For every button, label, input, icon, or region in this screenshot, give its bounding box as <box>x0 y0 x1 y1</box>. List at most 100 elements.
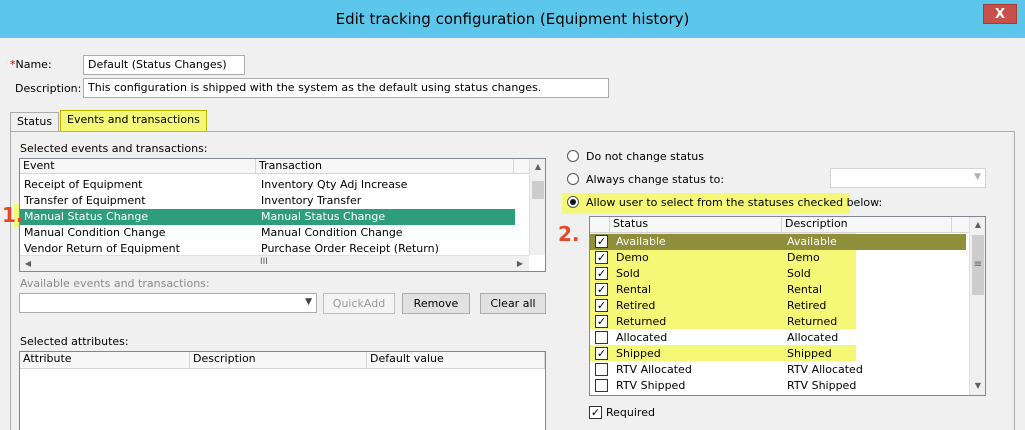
column-header-event[interactable]: Event <box>20 159 256 174</box>
tab-status[interactable]: Status <box>10 112 60 132</box>
status-row[interactable]: RTV Shipped RTV Shipped <box>590 378 970 394</box>
clear-all-button[interactable]: Clear all <box>480 293 546 314</box>
status-cell: Demo <box>616 251 649 264</box>
status-checkbox[interactable] <box>595 363 608 376</box>
always-change-dropdown[interactable]: ▼ <box>830 168 986 188</box>
scroll-down-icon[interactable]: ▼ <box>970 378 985 394</box>
description-input[interactable]: This configuration is shipped with the s… <box>83 78 609 98</box>
scroll-up-icon[interactable]: ▲ <box>970 217 985 233</box>
status-checkbox[interactable]: ✓ <box>595 267 608 280</box>
chevron-down-icon: ▼ <box>305 297 312 307</box>
description-cell: Shipped <box>787 347 832 360</box>
selected-events-label: Selected events and transactions: <box>20 142 208 155</box>
column-header-description[interactable]: Description <box>190 352 367 369</box>
scroll-left-icon[interactable]: ◀ <box>20 256 36 271</box>
status-row[interactable]: ✓ Retired Retired <box>590 298 970 314</box>
transaction-cell: Inventory Transfer <box>261 194 362 207</box>
name-input[interactable]: Default (Status Changes) <box>83 55 245 75</box>
status-cell: Returned <box>616 315 667 328</box>
attributes-grid[interactable]: Attribute Description Default value <box>19 351 546 430</box>
events-grid[interactable]: Event Transaction Receipt of Equipment I… <box>19 158 546 272</box>
annotation-marker-1: 1. <box>2 203 24 227</box>
required-checkbox[interactable]: ✓ <box>589 406 602 419</box>
table-row-selected[interactable]: Manual Status Change Manual Status Chang… <box>20 209 515 225</box>
available-events-label: Available events and transactions: <box>20 277 210 290</box>
quickadd-button[interactable]: QuickAdd <box>323 293 395 314</box>
available-events-dropdown[interactable]: ▼ <box>19 293 317 313</box>
scroll-up-icon[interactable]: ▲ <box>530 159 545 175</box>
table-row[interactable]: Transfer of Equipment Inventory Transfer <box>20 193 530 209</box>
scroll-thumb[interactable]: ≡ <box>972 235 984 295</box>
selected-attributes-label: Selected attributes: <box>20 335 129 348</box>
scroll-right-icon[interactable]: ▶ <box>512 256 528 271</box>
status-row[interactable]: ✓ Rental Rental <box>590 282 970 298</box>
event-cell: Manual Condition Change <box>24 226 166 239</box>
status-row-selected[interactable]: ✓ Available Available <box>590 234 966 250</box>
remove-button[interactable]: Remove <box>402 293 470 314</box>
column-header-description[interactable]: Description <box>782 217 952 233</box>
event-cell: Receipt of Equipment <box>24 178 143 191</box>
allow-select-label: Allow user to select from the statuses c… <box>586 196 883 209</box>
event-cell: Manual Status Change <box>24 210 149 223</box>
transaction-cell: Manual Condition Change <box>261 226 403 239</box>
status-checkbox[interactable]: ✓ <box>595 283 608 296</box>
description-cell: Available <box>787 235 837 248</box>
column-header-transaction[interactable]: Transaction <box>256 159 514 174</box>
status-checkbox[interactable] <box>595 379 608 392</box>
scroll-grip-icon[interactable]: III <box>260 257 268 267</box>
status-row[interactable]: ✓ Returned Returned <box>590 314 970 330</box>
transaction-cell: Manual Status Change <box>261 210 386 223</box>
transaction-cell: Inventory Qty Adj Increase <box>261 178 408 191</box>
title-bar: Edit tracking configuration (Equipment h… <box>0 0 1025 38</box>
description-cell: Retired <box>787 299 827 312</box>
events-horizontal-scrollbar[interactable]: ◀ III ▶ <box>20 255 529 271</box>
status-checkbox[interactable]: ✓ <box>595 235 608 248</box>
close-button[interactable]: X <box>983 4 1017 24</box>
status-checkbox[interactable]: ✓ <box>595 251 608 264</box>
table-row[interactable]: Manual Condition Change Manual Condition… <box>20 225 530 241</box>
name-label-text: Name: <box>15 58 52 71</box>
tab-events-and-transactions[interactable]: Events and transactions <box>60 110 207 132</box>
status-cell: Shipped <box>616 347 661 360</box>
status-cell: Allocated <box>616 331 668 344</box>
description-cell: Demo <box>787 251 820 264</box>
status-cell: Retired <box>616 299 656 312</box>
attributes-grid-header: Attribute Description Default value <box>20 352 545 369</box>
always-change-label: Always change status to: <box>586 173 725 186</box>
allow-select-radio[interactable] <box>567 196 579 208</box>
annotation-marker-2: 2. <box>558 222 580 246</box>
status-cell: Available <box>616 235 666 248</box>
status-cell: Sold <box>616 267 640 280</box>
status-vertical-scrollbar[interactable]: ▲ ≡ ▼ <box>969 217 985 395</box>
description-cell: RTV Allocated <box>787 363 863 376</box>
description-cell: Allocated <box>787 331 839 344</box>
status-grid[interactable]: Status Description ✓ Available Available… <box>589 216 986 396</box>
status-checkbox[interactable]: ✓ <box>595 347 608 360</box>
description-label: Description: <box>15 82 82 95</box>
column-header-attribute[interactable]: Attribute <box>20 352 190 369</box>
required-label: Required <box>606 406 655 419</box>
scroll-thumb[interactable] <box>532 181 544 199</box>
column-header-check <box>590 217 610 233</box>
events-grid-header: Event Transaction <box>20 159 531 174</box>
do-not-change-radio[interactable] <box>567 150 579 162</box>
status-row[interactable]: Allocated Allocated <box>590 330 970 346</box>
status-cell: RTV Shipped <box>616 379 686 392</box>
status-row[interactable]: ✓ Demo Demo <box>590 250 970 266</box>
column-header-status[interactable]: Status <box>610 217 782 233</box>
status-cell: Rental <box>616 283 651 296</box>
events-vertical-scrollbar[interactable]: ▲ <box>529 159 545 255</box>
status-checkbox[interactable]: ✓ <box>595 315 608 328</box>
description-cell: Sold <box>787 267 811 280</box>
column-header-default-value[interactable]: Default value <box>367 352 545 369</box>
always-change-radio[interactable] <box>567 173 579 185</box>
status-row[interactable]: ✓ Shipped Shipped <box>590 346 970 362</box>
status-checkbox[interactable]: ✓ <box>595 299 608 312</box>
name-label: *Name: <box>10 58 52 71</box>
do-not-change-label: Do not change status <box>586 150 704 163</box>
status-row[interactable]: ✓ Sold Sold <box>590 266 970 282</box>
status-checkbox[interactable] <box>595 331 608 344</box>
table-row[interactable]: Receipt of Equipment Inventory Qty Adj I… <box>20 177 530 193</box>
status-row[interactable]: RTV Allocated RTV Allocated <box>590 362 970 378</box>
status-cell: RTV Allocated <box>616 363 692 376</box>
